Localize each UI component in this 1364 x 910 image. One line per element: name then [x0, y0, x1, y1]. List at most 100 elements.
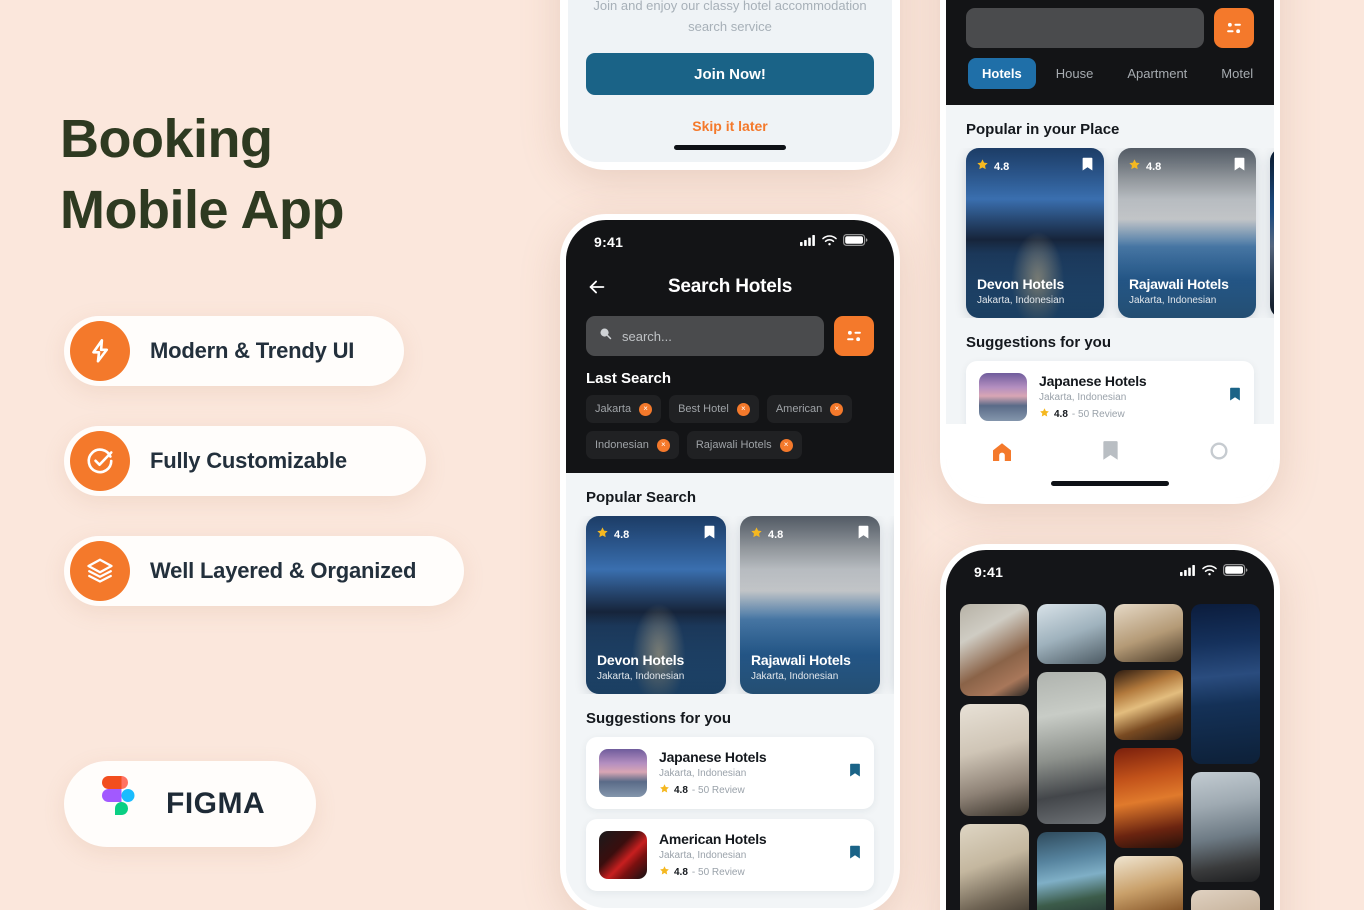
- popular-in-your-place-title: Popular in your Place: [966, 121, 1120, 138]
- rating-badge: 4.8: [1128, 158, 1161, 176]
- gallery-tile[interactable]: [1114, 748, 1183, 848]
- bookmark-icon[interactable]: [1081, 157, 1094, 177]
- home-icon[interactable]: [990, 440, 1014, 469]
- filter-icon[interactable]: [1214, 8, 1254, 48]
- hotel-card-devon[interactable]: 4.8 Devon Hotels Jakarta, Indonesian: [586, 516, 726, 694]
- bookmark-icon[interactable]: [703, 525, 716, 545]
- onboarding-body: Join and enjoy our classy hotel accommod…: [568, 0, 892, 162]
- star-icon: [1128, 158, 1141, 176]
- tab-apartment[interactable]: Apartment: [1113, 58, 1201, 89]
- list-item-american-hotels[interactable]: American Hotels Jakarta, Indonesian 4.8 …: [586, 819, 874, 891]
- suggestion-info: Japanese Hotels Jakarta, Indonesian 4.8 …: [1039, 373, 1217, 421]
- status-time: 9:41: [594, 234, 624, 250]
- last-search-chips: Jakarta × Best Hotel × American × Indone…: [566, 395, 894, 473]
- gallery-tile[interactable]: [960, 604, 1029, 696]
- feature-item-fully-customizable[interactable]: Fully Customizable: [64, 426, 426, 496]
- feature-item-modern-trendy-ui[interactable]: Modern & Trendy UI: [64, 316, 404, 386]
- chip-indonesian[interactable]: Indonesian ×: [586, 431, 679, 459]
- bookmark-icon[interactable]: [849, 845, 861, 865]
- search-icon: [598, 326, 613, 346]
- hotel-card-devon[interactable]: 4.8 Devon Hotels Jakarta, Indonesian: [966, 148, 1104, 318]
- hotel-location: Jakarta, Indonesian: [659, 768, 747, 779]
- suggestions-title: Suggestions for you: [966, 334, 1112, 351]
- hotel-location: Jakarta, Indonesian: [977, 295, 1065, 306]
- gallery-tile[interactable]: [1114, 604, 1183, 662]
- hotel-card-partial[interactable]: [1270, 148, 1274, 318]
- card-top-row: 4.8: [750, 525, 870, 545]
- hotel-card-rajawali[interactable]: 4.8 Rajawali Hotels Jakarta, Indonesian: [1118, 148, 1256, 318]
- hotel-card-rajawali[interactable]: 4.8 Rajawali Hotels Jakarta, Indonesian: [740, 516, 880, 694]
- gallery-tile[interactable]: [960, 704, 1029, 816]
- feature-item-well-layered-organized[interactable]: Well Layered & Organized: [64, 536, 464, 606]
- gallery-tile[interactable]: [1114, 856, 1183, 910]
- review-count: - 50 Review: [691, 866, 745, 878]
- review-count: - 50 Review: [691, 784, 745, 796]
- chip-jakarta[interactable]: Jakarta ×: [586, 395, 662, 423]
- rating-row: 4.8 - 50 Review: [659, 783, 837, 797]
- rating-row: 4.8 - 50 Review: [659, 865, 837, 879]
- hotel-location: Jakarta, Indonesian: [1039, 392, 1127, 403]
- chip-best-hotel[interactable]: Best Hotel ×: [669, 395, 759, 423]
- close-icon[interactable]: ×: [656, 438, 670, 452]
- popular-place-rail[interactable]: 4.8 Devon Hotels Jakarta, Indonesian 4.8…: [946, 148, 1274, 318]
- status-time: 9:41: [974, 564, 1004, 580]
- gallery-tile[interactable]: [1037, 672, 1106, 824]
- profile-icon[interactable]: [1208, 440, 1230, 467]
- gallery-tile[interactable]: [1114, 670, 1183, 740]
- tab-house[interactable]: House: [1042, 58, 1108, 89]
- home-light-body: Popular in your Place 4.8 Devon Hotels J…: [946, 105, 1274, 433]
- figma-badge[interactable]: FIGMA: [64, 761, 316, 847]
- search-light-body: Popular Search 4.8 Devon Hotels Jakarta,…: [566, 473, 894, 891]
- close-icon[interactable]: ×: [736, 402, 750, 416]
- search-input[interactable]: [966, 8, 1204, 48]
- gallery-tile[interactable]: [960, 824, 1029, 910]
- card-bottom-info: Rajawali Hotels Jakarta, Indonesian: [751, 652, 869, 682]
- list-item-japanese-hotels[interactable]: Japanese Hotels Jakarta, Indonesian 4.8 …: [966, 361, 1254, 433]
- phone-search-screen: 9:41 Search Hotels search... Last Search…: [560, 214, 900, 910]
- photo-gallery-grid[interactable]: [946, 594, 1274, 910]
- suggestions-title: Suggestions for you: [586, 710, 732, 727]
- gallery-tile[interactable]: [1191, 604, 1260, 764]
- status-bar: 9:41: [566, 220, 894, 264]
- gallery-tile[interactable]: [1191, 890, 1260, 910]
- star-icon: [750, 526, 763, 544]
- chip-american[interactable]: American ×: [766, 395, 853, 423]
- bookmark-icon[interactable]: [849, 763, 861, 783]
- phone-home-screen: Hotels House Apartment Motel Popular in …: [940, 0, 1280, 504]
- bookmark-icon[interactable]: [1101, 440, 1120, 467]
- signal-icon: [800, 233, 816, 251]
- tab-hotels[interactable]: Hotels: [968, 58, 1036, 89]
- gallery-tile[interactable]: [1191, 772, 1260, 882]
- bookmark-icon[interactable]: [1233, 157, 1246, 177]
- suggestions-list: Japanese Hotels Jakarta, Indonesian 4.8 …: [946, 361, 1274, 433]
- skip-it-later-link[interactable]: Skip it later: [568, 118, 892, 134]
- gallery-tile[interactable]: [1037, 832, 1106, 910]
- search-input[interactable]: search...: [586, 316, 824, 356]
- page-title: Search Hotels: [667, 276, 793, 297]
- popular-search-rail[interactable]: 4.8 Devon Hotels Jakarta, Indonesian 4.8…: [566, 516, 894, 694]
- hotel-name: Japanese Hotels: [1039, 373, 1147, 389]
- gallery-tile[interactable]: [1037, 604, 1106, 664]
- bookmark-icon[interactable]: [857, 525, 870, 545]
- rating-value: 4.8: [994, 161, 1010, 173]
- hotel-thumbnail: [979, 373, 1027, 421]
- close-icon[interactable]: ×: [779, 438, 793, 452]
- join-now-button[interactable]: Join Now!: [586, 53, 874, 95]
- list-item-japanese-hotels[interactable]: Japanese Hotels Jakarta, Indonesian 4.8 …: [586, 737, 874, 809]
- chip-rajawali-hotels[interactable]: Rajawali Hotels ×: [686, 431, 802, 459]
- close-icon[interactable]: ×: [830, 402, 844, 416]
- tab-motel[interactable]: Motel: [1207, 58, 1267, 89]
- hotel-name: Rajawali Hotels: [751, 652, 851, 668]
- rating-badge: 4.8: [596, 526, 629, 544]
- bookmark-icon[interactable]: [1229, 387, 1241, 407]
- close-icon[interactable]: ×: [639, 402, 653, 416]
- signal-icon: [1180, 563, 1196, 581]
- chip-label: American: [775, 403, 823, 415]
- phone-home-inner: Hotels House Apartment Motel Popular in …: [946, 0, 1274, 498]
- filter-icon[interactable]: [834, 316, 874, 356]
- card-top-row: 4.8: [976, 157, 1094, 177]
- wifi-icon: [1202, 563, 1217, 581]
- star-icon: [976, 158, 989, 176]
- rating-value: 4.8: [1146, 161, 1162, 173]
- star-icon: [596, 526, 609, 544]
